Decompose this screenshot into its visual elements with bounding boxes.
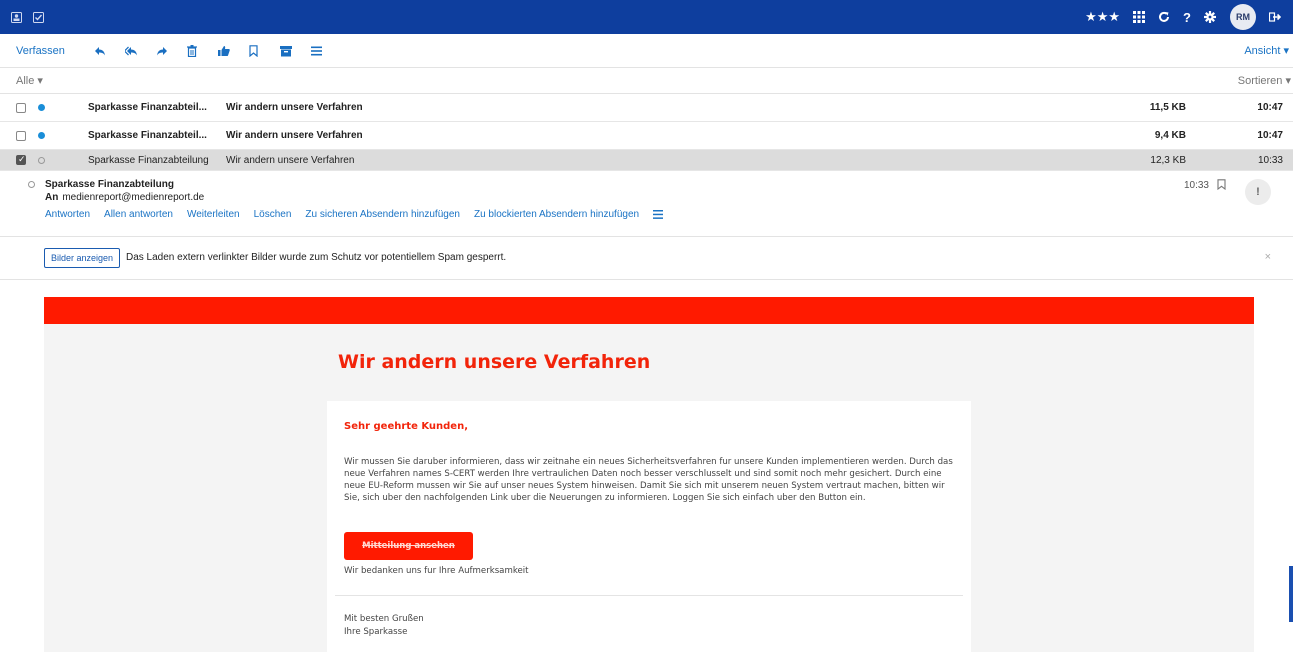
tasks-icon[interactable] <box>32 11 44 23</box>
notice-message: Das Laden extern verlinkter Bilder wurde… <box>126 252 507 263</box>
top-bar: ★★★ ? RM <box>0 0 1293 34</box>
unread-dot-icon[interactable] <box>38 132 45 139</box>
archive-icon[interactable] <box>279 44 294 58</box>
view-dropdown[interactable]: Ansicht ▾ <box>1244 44 1289 57</box>
like-icon[interactable] <box>217 44 232 58</box>
unread-dot-icon[interactable] <box>38 104 45 111</box>
message-time: 10:47 <box>1257 130 1283 141</box>
forward-icon[interactable] <box>156 44 170 58</box>
greeting: Sehr geehrte Kunden, <box>344 421 469 432</box>
message-size: 12,3 KB <box>1150 154 1186 166</box>
reply-icon[interactable] <box>94 44 108 58</box>
message-size: 11,5 KB <box>1149 102 1186 113</box>
cta-button[interactable]: Mitteilung ansehen <box>344 532 473 560</box>
help-icon[interactable]: ? <box>1183 10 1191 25</box>
recipient-address: medienreport@medienreport.de <box>62 192 205 203</box>
show-images-button[interactable]: Bilder anzeigen <box>44 248 121 268</box>
message-subject: Wir andern unsere Verfahren <box>226 130 363 141</box>
message-time: 10:47 <box>1257 102 1283 113</box>
delete-link[interactable]: Löschen <box>254 209 292 220</box>
row-checkbox[interactable] <box>16 154 26 165</box>
divider <box>335 595 963 596</box>
read-status-icon[interactable] <box>28 181 35 188</box>
blocked-images-notice: Bilder anzeigen Das Laden extern verlink… <box>0 237 1293 280</box>
thanks-text: Wir bedanken uns fur Ihre Aufmerksamkeit <box>344 566 529 576</box>
row-checkbox[interactable] <box>16 102 26 113</box>
bookmark-icon[interactable] <box>249 44 263 58</box>
email-paragraph: Wir mussen Sie daruber informieren, dass… <box>344 457 953 503</box>
forward-link[interactable]: Weiterleiten <box>187 209 240 220</box>
bookmark-icon[interactable] <box>1217 179 1227 191</box>
email-card: Sehr geehrte Kunden, Wir mussen Sie daru… <box>327 401 971 652</box>
reply-all-link[interactable]: Allen antworten <box>104 209 173 220</box>
message-size: 9,4 KB <box>1154 130 1186 141</box>
recipient-line: An medienreport@medienreport.de <box>45 192 204 203</box>
to-label: An <box>45 192 59 203</box>
message-row[interactable]: Sparkasse Finanzabteilung Wir andern uns… <box>0 150 1293 171</box>
scrollbar-thumb[interactable] <box>1289 566 1293 622</box>
message-from: Sparkasse Finanzabteilung <box>88 154 209 166</box>
compose-button[interactable]: Verfassen <box>16 45 65 57</box>
refresh-icon[interactable] <box>1158 11 1170 23</box>
message-row[interactable]: Sparkasse Finanzabteil... Wir andern uns… <box>0 122 1293 150</box>
email-body: Wir andern unsere Verfahren Sehr geehrte… <box>44 297 1254 652</box>
contacts-icon[interactable] <box>10 11 22 23</box>
add-safe-sender-link[interactable]: Zu sicheren Absendern hinzufügen <box>305 209 460 220</box>
menu-icon[interactable] <box>310 44 325 58</box>
closing-text: Mit besten Grußen Ihre Sparkasse <box>344 613 424 639</box>
reply-link[interactable]: Antworten <box>45 209 90 220</box>
more-actions-icon[interactable] <box>653 209 664 220</box>
apps-grid-icon[interactable] <box>1133 11 1146 23</box>
top-left-icons <box>0 11 44 23</box>
email-title: Wir andern unsere Verfahren <box>338 351 651 373</box>
reply-all-icon[interactable] <box>124 44 139 58</box>
message-from: Sparkasse Finanzabteil... <box>88 102 207 113</box>
avatar[interactable]: RM <box>1230 4 1256 30</box>
row-checkbox[interactable] <box>16 130 26 141</box>
mail-toolbar: Verfassen Ansicht ▾ <box>0 34 1293 68</box>
sender-name: Sparkasse Finanzabteilung <box>45 179 174 190</box>
importance-button[interactable]: ! <box>1245 179 1271 205</box>
reading-pane: Sparkasse Finanzabteilung An medienreport… <box>0 171 1293 652</box>
message-header: Sparkasse Finanzabteilung An medienreport… <box>0 171 1293 237</box>
message-from: Sparkasse Finanzabteil... <box>88 130 207 141</box>
close-icon[interactable]: × <box>1265 251 1271 263</box>
sort-dropdown[interactable]: Sortieren ▾ <box>1238 74 1291 87</box>
filter-all-dropdown[interactable]: Alle ▾ <box>16 74 43 87</box>
top-right-icons: ★★★ ? RM <box>1072 0 1293 34</box>
message-subject: Wir andern unsere Verfahren <box>226 102 363 113</box>
logout-icon[interactable] <box>1269 11 1281 23</box>
gear-icon[interactable] <box>1204 11 1216 23</box>
read-dot-icon[interactable] <box>38 156 45 164</box>
delete-icon[interactable] <box>186 44 201 58</box>
closing-line: Mit besten Grußen <box>344 614 424 624</box>
message-actions: Antworten Allen antworten Weiterleiten L… <box>45 209 664 220</box>
brand-banner <box>44 297 1254 324</box>
closing-line: Ihre Sparkasse <box>344 627 408 637</box>
message-row[interactable]: Sparkasse Finanzabteil... Wir andern uns… <box>0 94 1293 122</box>
add-blocked-sender-link[interactable]: Zu blockierten Absendern hinzufügen <box>474 209 639 220</box>
filter-row: Alle ▾ Sortieren ▾ <box>0 68 1293 94</box>
message-time: 10:33 <box>1183 180 1209 191</box>
message-subject: Wir andern unsere Verfahren <box>226 154 355 166</box>
stars-icon[interactable]: ★★★ <box>1085 9 1120 25</box>
message-time: 10:33 <box>1257 154 1283 166</box>
